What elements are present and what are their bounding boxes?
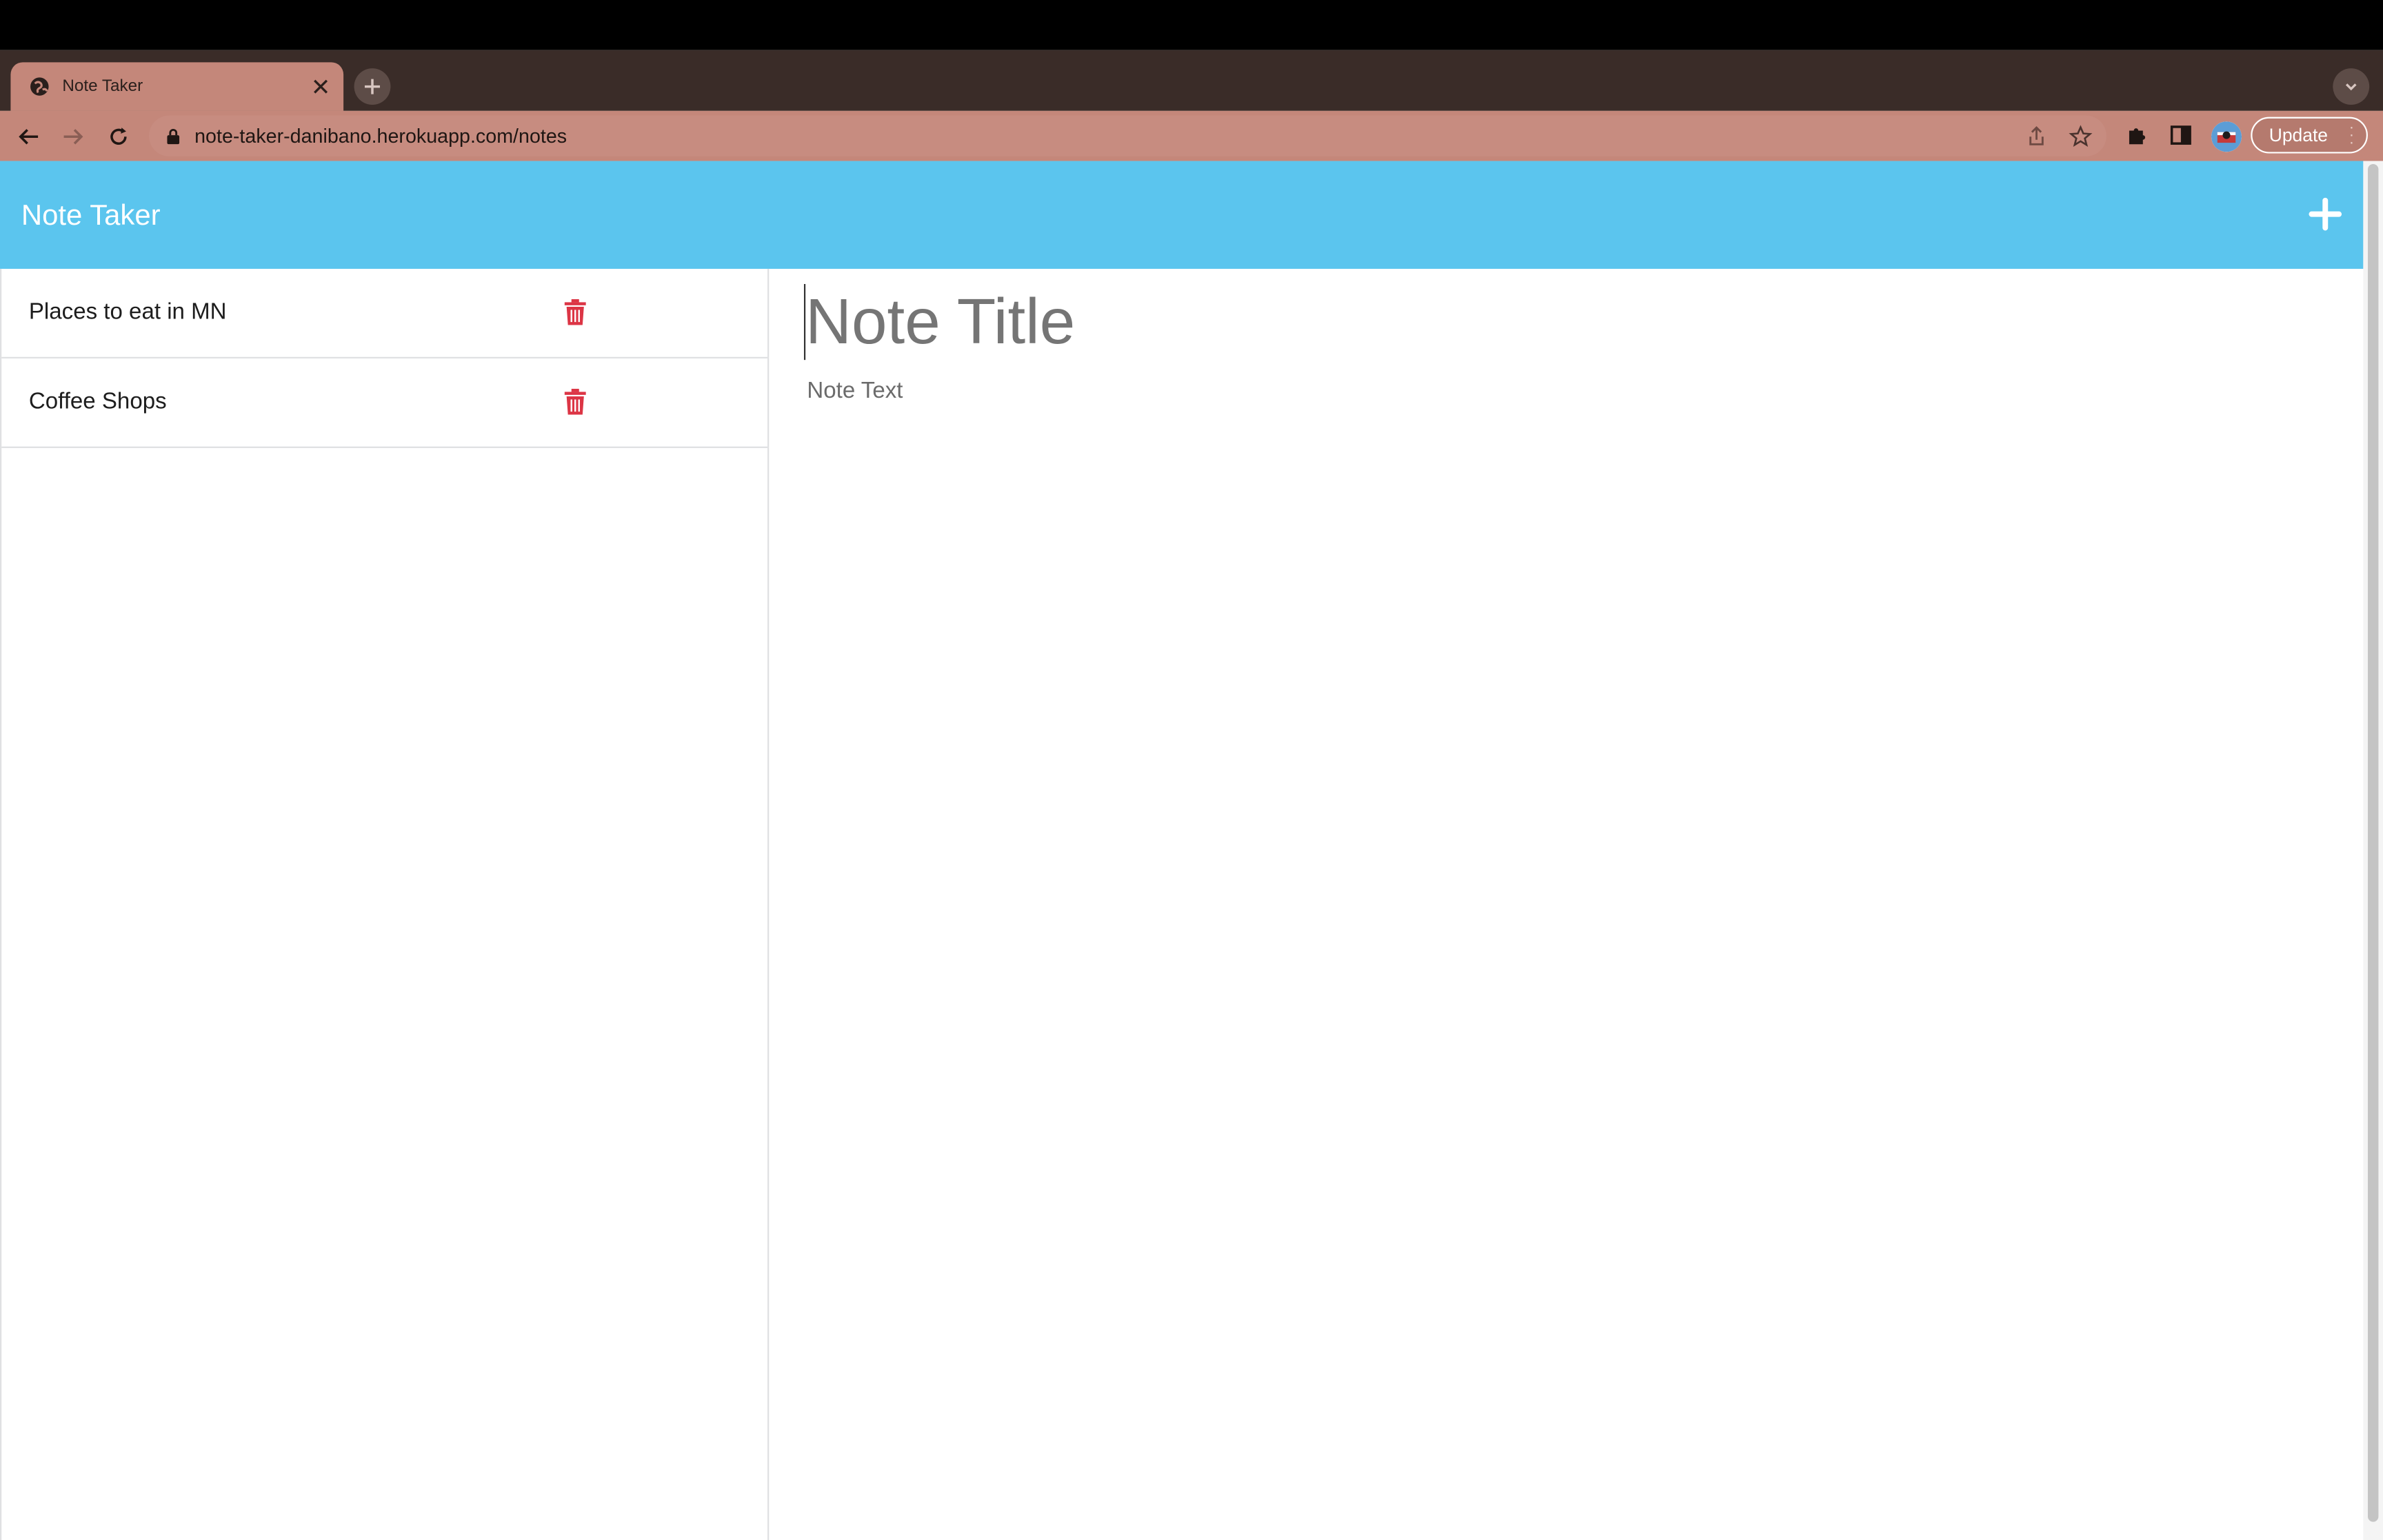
arrow-left-icon	[19, 129, 39, 145]
note-title-input[interactable]	[803, 283, 2326, 361]
close-icon[interactable]	[310, 76, 332, 97]
tab-search-button[interactable]	[2333, 68, 2370, 105]
chevron-down-icon	[2345, 83, 2357, 91]
share-icon[interactable]	[2024, 125, 2049, 149]
forward-button[interactable]	[58, 121, 88, 152]
back-button[interactable]	[14, 121, 44, 152]
new-tab-button[interactable]	[354, 68, 391, 105]
note-editor	[770, 269, 2363, 1540]
app-navbar: Note Taker	[0, 161, 2364, 269]
side-panel-icon[interactable]	[2169, 123, 2193, 147]
plus-icon	[364, 79, 381, 94]
note-title[interactable]: Places to eat in MN	[29, 299, 227, 325]
reload-icon	[110, 128, 127, 145]
reload-button[interactable]	[103, 121, 134, 152]
address-bar[interactable]: note-taker-danibano.herokuapp.com/notes	[149, 115, 2107, 156]
tab-strip: Note Taker	[0, 50, 2383, 111]
avatar[interactable]	[2211, 121, 2242, 152]
list-item[interactable]: Coffee Shops	[1, 358, 768, 448]
lock-icon	[167, 128, 180, 145]
kebab-menu-icon[interactable]: · · ·	[2349, 121, 2354, 151]
update-button[interactable]: Update · · ·	[2251, 116, 2368, 154]
tab-title: Note Taker	[62, 77, 143, 96]
puzzle-icon[interactable]	[2124, 123, 2149, 147]
scrollbar-thumb[interactable]	[2367, 163, 2379, 1522]
trash-icon[interactable]	[564, 299, 587, 325]
app-brand[interactable]: Note Taker	[21, 201, 161, 234]
globe-icon	[29, 76, 50, 97]
note-title[interactable]: Coffee Shops	[29, 389, 167, 414]
list-item[interactable]: Places to eat in MN	[1, 269, 768, 358]
url-text: note-taker-danibano.herokuapp.com/notes	[194, 124, 567, 148]
star-icon[interactable]	[2069, 125, 2093, 149]
browser-toolbar: note-taker-danibano.herokuapp.com/notes …	[0, 110, 2383, 161]
trash-icon[interactable]	[564, 389, 587, 415]
update-label: Update	[2269, 124, 2329, 146]
screen-top-bar	[0, 0, 2383, 50]
scrollbar[interactable]	[2363, 161, 2383, 1540]
note-list: Places to eat in MN Coffee Shops	[0, 268, 770, 1540]
browser-tab[interactable]: Note Taker	[10, 62, 344, 111]
note-text-input[interactable]	[807, 378, 2327, 834]
plus-icon[interactable]	[2309, 197, 2342, 231]
arrow-right-icon	[63, 129, 83, 145]
